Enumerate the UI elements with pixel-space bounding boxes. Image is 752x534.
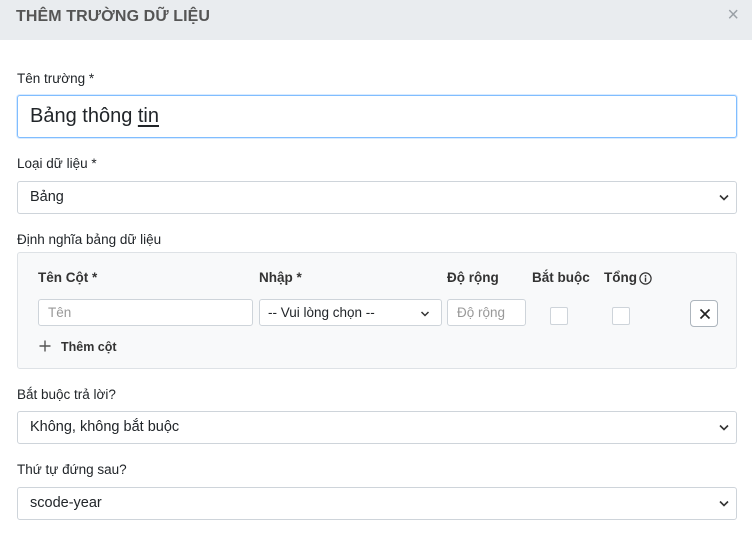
required-answer-value: Không, không bắt buộc	[30, 419, 180, 435]
required-answer-select[interactable]: Không, không bắt buộc	[17, 411, 737, 444]
total-header: Tổng	[604, 270, 637, 285]
table-definition-label: Định nghĩa bảng dữ liệu	[17, 232, 162, 247]
close-icon[interactable]: ×	[727, 5, 739, 25]
order-after-select[interactable]: scode-year	[17, 487, 737, 520]
add-column-label: Thêm cột	[61, 340, 117, 354]
required-answer-label: Bắt buộc trả lời?	[17, 387, 116, 402]
chevron-down-icon	[719, 500, 729, 507]
field-name-label: Tên trường *	[17, 71, 95, 86]
field-name-value-spellcheck: tin	[137, 105, 159, 127]
order-after-label: Thứ tự đứng sau?	[17, 462, 127, 477]
order-after-value: scode-year	[30, 495, 102, 511]
input-type-select[interactable]: -- Vui lòng chọn --	[259, 299, 442, 326]
data-type-label: Loại dữ liệu *	[17, 156, 97, 171]
required-checkbox[interactable]	[550, 307, 568, 325]
data-type-value: Bảng	[30, 189, 64, 205]
data-type-select[interactable]: Bảng	[17, 181, 737, 214]
chevron-down-icon	[719, 424, 729, 431]
dialog-title: THÊM TRƯỜNG DỮ LIỆU	[16, 8, 211, 25]
column-name-input[interactable]: Tên	[38, 299, 253, 326]
total-checkbox[interactable]	[612, 307, 630, 325]
x-icon	[699, 308, 711, 320]
chevron-down-icon	[420, 311, 430, 317]
width-header: Độ rộng	[447, 270, 499, 285]
chevron-down-icon	[719, 194, 729, 201]
input-type-value: -- Vui lòng chọn --	[268, 305, 375, 320]
field-name-input[interactable]: Bảng thông tin	[17, 95, 737, 138]
required-header: Bắt buộc	[532, 270, 590, 285]
column-name-header: Tên Cột *	[38, 270, 98, 285]
plus-icon	[39, 340, 51, 352]
width-input[interactable]: Độ rộng	[447, 299, 526, 326]
input-type-header: Nhập *	[259, 270, 302, 285]
remove-column-button[interactable]	[690, 300, 718, 327]
table-definition-panel: Tên Cột * Nhập * Độ rộng Bắt buộc Tổng T…	[17, 252, 737, 369]
dialog-header: THÊM TRƯỜNG DỮ LIỆU ×	[0, 0, 752, 40]
info-icon[interactable]	[639, 272, 652, 285]
field-name-value: Bảng thông	[30, 105, 138, 127]
